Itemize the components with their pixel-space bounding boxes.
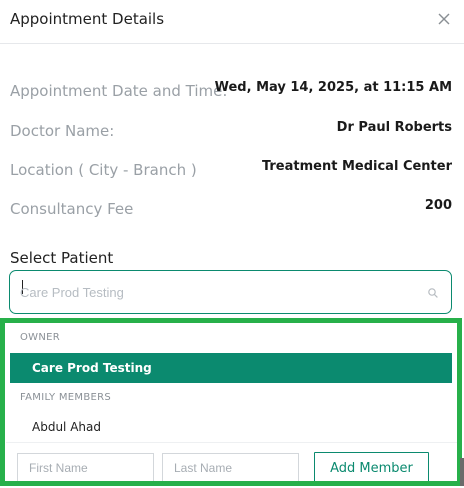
search-icon <box>428 288 438 298</box>
highlight-outline <box>0 318 462 486</box>
appointment-details-modal: Appointment Details Appointment Date and… <box>0 0 464 488</box>
detail-label: Consultancy Fee <box>10 200 134 218</box>
detail-value: Treatment Medical Center <box>261 159 452 174</box>
detail-label: Location ( City - Branch ) <box>10 161 197 179</box>
detail-row-doctor: Doctor Name: Dr Paul Roberts <box>0 120 464 146</box>
detail-row-location: Location ( City - Branch ) Treatment Med… <box>0 159 464 185</box>
detail-value: Dr Paul Roberts <box>336 120 452 135</box>
detail-label: Doctor Name: <box>10 122 115 140</box>
detail-value: 200 <box>424 198 452 213</box>
patient-select[interactable] <box>9 270 452 314</box>
modal-title: Appointment Details <box>10 10 165 28</box>
scrollbar-stub[interactable] <box>460 458 464 486</box>
detail-row-fee: Consultancy Fee 200 <box>0 198 464 224</box>
patient-search-input[interactable] <box>20 281 410 303</box>
detail-label: Appointment Date and Time: <box>10 82 228 100</box>
close-icon[interactable] <box>434 9 454 29</box>
modal-header: Appointment Details <box>0 0 464 44</box>
detail-row-datetime: Appointment Date and Time: Wed, May 14, … <box>0 80 464 106</box>
select-patient-label: Select Patient <box>10 249 114 267</box>
detail-value: Wed, May 14, 2025, at 11:15 AM <box>214 80 452 95</box>
